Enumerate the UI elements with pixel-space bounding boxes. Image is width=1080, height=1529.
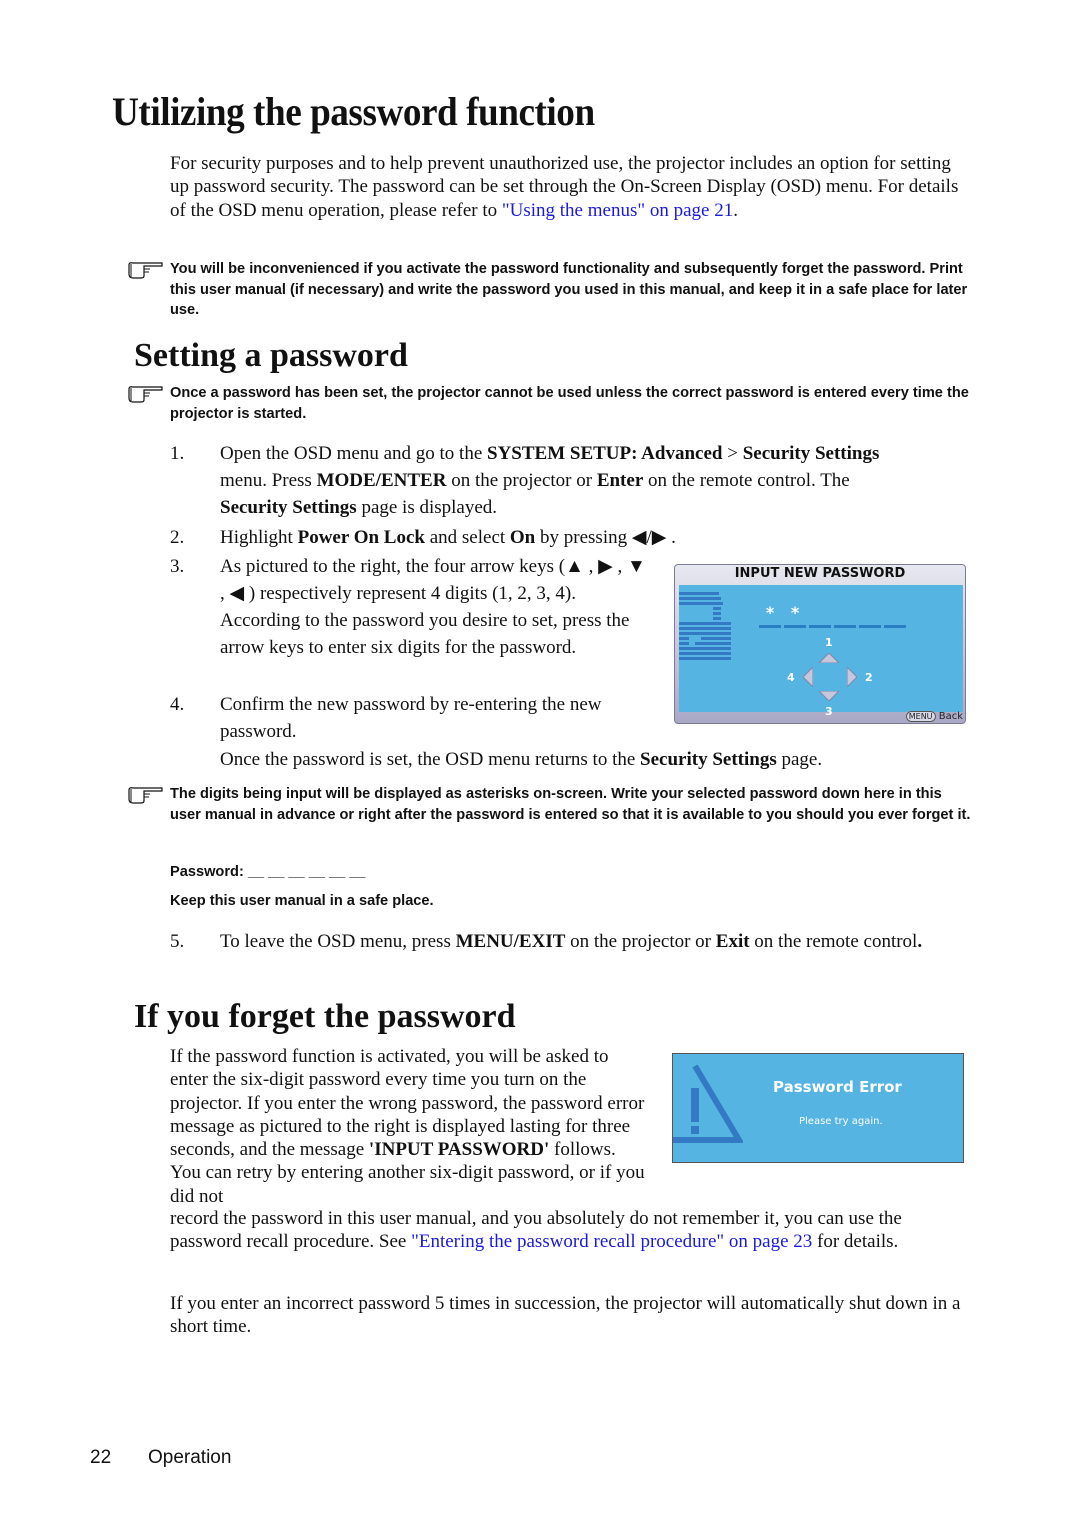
link-using-menus[interactable]: "Using the menus" on page 21 bbox=[502, 200, 733, 221]
warning-triangle-icon bbox=[673, 1064, 743, 1143]
digit-down-label: 3 bbox=[825, 705, 833, 718]
password-slot bbox=[884, 625, 906, 628]
heading-forget-password: If you forget the password bbox=[134, 998, 516, 1035]
forget-paragraph-part2: record the password in this user manual,… bbox=[170, 1208, 902, 1253]
password-asterisk: * bbox=[790, 603, 800, 622]
digit-up-label: 1 bbox=[825, 636, 833, 649]
keep-manual-note: Keep this user manual in a safe place. bbox=[170, 893, 434, 909]
back-label: Back bbox=[938, 711, 963, 722]
digit-right-label: 2 bbox=[865, 671, 873, 684]
osd-footer: MENU Back bbox=[905, 711, 963, 722]
page-number: 22 bbox=[90, 1447, 112, 1468]
link-password-recall[interactable]: "Entering the password recall procedure"… bbox=[411, 1231, 812, 1252]
page-title: Utilizing the password function bbox=[112, 89, 595, 134]
password-asterisk: * bbox=[765, 603, 775, 622]
lock-icon bbox=[679, 592, 731, 660]
error-title: Password Error bbox=[773, 1078, 902, 1096]
pointing-hand-icon bbox=[128, 787, 163, 804]
heading-setting-password: Setting a password bbox=[134, 337, 408, 374]
after-steps-text: Once the password is set, the OSD menu r… bbox=[220, 749, 823, 770]
password-slot bbox=[834, 625, 856, 628]
step-2: 2. Highlight Power On Lock and select On… bbox=[170, 527, 676, 548]
password-slot bbox=[859, 625, 881, 628]
arrow-up-icon bbox=[819, 653, 839, 663]
osd-header: INPUT NEW PASSWORD bbox=[734, 566, 906, 581]
pointing-hand-icon bbox=[128, 262, 163, 279]
digit-left-label: 4 bbox=[787, 671, 795, 684]
error-subtitle: Please try again. bbox=[799, 1116, 883, 1127]
step-4: 4. Confirm the new password by re-enteri… bbox=[170, 694, 602, 742]
forget-paragraph-shutdown: If you enter an incorrect password 5 tim… bbox=[170, 1293, 961, 1338]
osd-input-new-password: INPUT NEW PASSWORD * * 1 4 2 3 MENU Back bbox=[674, 564, 966, 724]
osd-password-error: Password Error Please try again. bbox=[672, 1053, 964, 1163]
step-1: 1. Open the OSD menu and go to the SYSTE… bbox=[170, 443, 880, 518]
footer-section: Operation bbox=[148, 1447, 232, 1468]
step-5: 5. To leave the OSD menu, press MENU/EXI… bbox=[170, 931, 923, 952]
note-asterisks: The digits being input will be displayed… bbox=[128, 784, 973, 825]
osd-screen: * * 1 4 2 3 bbox=[679, 585, 963, 718]
arrow-down-icon bbox=[819, 691, 839, 701]
pointing-hand-icon bbox=[128, 386, 163, 403]
note-forget-warning: You will be inconvenienced if you activa… bbox=[128, 259, 973, 321]
menu-key-icon: MENU bbox=[905, 711, 936, 722]
password-slot bbox=[759, 625, 781, 628]
password-slot bbox=[784, 625, 806, 628]
arrow-right-icon bbox=[847, 667, 857, 687]
password-slot bbox=[809, 625, 831, 628]
forget-paragraph-part1: If the password function is activated, y… bbox=[170, 1046, 645, 1207]
arrow-left-icon bbox=[803, 667, 813, 687]
note-password-set: Once a password has been set, the projec… bbox=[128, 383, 973, 424]
password-write-line: Password: __ __ __ __ __ __ bbox=[170, 864, 366, 880]
intro-paragraph: For security purposes and to help preven… bbox=[170, 153, 959, 221]
step-3: 3. As pictured to the right, the four ar… bbox=[170, 556, 646, 658]
